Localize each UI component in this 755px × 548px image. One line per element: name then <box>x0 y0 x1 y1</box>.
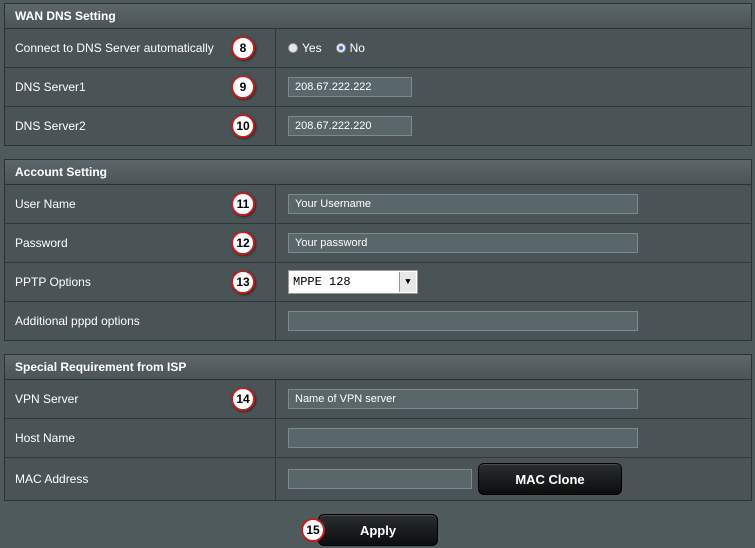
pppd-options-input[interactable] <box>288 311 638 331</box>
dns-auto-yes-label: Yes <box>302 41 322 55</box>
callout-badge-11: 11 <box>231 192 255 216</box>
dns-auto-value-cell: Yes No <box>276 29 751 67</box>
mac-address-value-cell: MAC Clone <box>276 458 751 500</box>
apply-button[interactable]: Apply <box>318 514 438 546</box>
dns-server2-label: DNS Server2 <box>15 119 86 133</box>
password-row: Password 12 <box>5 223 751 262</box>
dns-auto-radio-group: Yes No <box>288 41 365 55</box>
password-input[interactable] <box>288 233 638 253</box>
dns-auto-row: Connect to DNS Server automatically 8 Ye… <box>5 29 751 67</box>
vpn-server-label: VPN Server <box>15 392 79 406</box>
dns-server2-row: DNS Server2 10 <box>5 106 751 145</box>
wan-dns-section: WAN DNS Setting Connect to DNS Server au… <box>4 3 752 146</box>
password-label: Password <box>15 236 68 250</box>
pppd-options-label: Additional pppd options <box>15 314 140 328</box>
dns-auto-label: Connect to DNS Server automatically <box>15 41 214 55</box>
username-input[interactable] <box>288 194 638 214</box>
callout-badge-15: 15 <box>301 518 325 542</box>
dns-server2-input[interactable] <box>288 116 412 136</box>
username-row: User Name 11 <box>5 185 751 223</box>
dns-server1-input[interactable] <box>288 77 412 97</box>
account-section: Account Setting User Name 11 Password 12… <box>4 159 752 341</box>
callout-badge-8: 8 <box>231 36 255 60</box>
callout-badge-14: 14 <box>231 387 255 411</box>
mac-address-input[interactable] <box>288 469 472 489</box>
mac-address-row: MAC Address MAC Clone <box>5 457 751 500</box>
host-name-value-cell <box>276 419 751 457</box>
wan-dns-header: WAN DNS Setting <box>5 4 751 29</box>
host-name-input[interactable] <box>288 428 638 448</box>
isp-header: Special Requirement from ISP <box>5 355 751 380</box>
dns-server2-label-cell: DNS Server2 10 <box>5 107 276 145</box>
pptp-options-value-cell: MPPE 128 ▼ <box>276 263 751 301</box>
callout-badge-12: 12 <box>231 231 255 255</box>
dns-server2-value-cell <box>276 107 751 145</box>
password-value-cell <box>276 224 751 262</box>
dns-auto-no-option[interactable]: No <box>335 41 365 55</box>
dns-server1-row: DNS Server1 9 <box>5 67 751 106</box>
mac-address-label: MAC Address <box>15 472 89 486</box>
vpn-server-label-cell: VPN Server 14 <box>5 380 276 418</box>
username-label-cell: User Name 11 <box>5 185 276 223</box>
dns-auto-label-cell: Connect to DNS Server automatically 8 <box>5 29 276 67</box>
host-name-label-cell: Host Name <box>5 419 276 457</box>
vpn-server-input[interactable] <box>288 389 638 409</box>
dns-auto-yes-option[interactable]: Yes <box>288 41 322 55</box>
pppd-options-value-cell <box>276 302 751 340</box>
pptp-options-select[interactable]: MPPE 128 ▼ <box>288 270 418 294</box>
account-header: Account Setting <box>5 160 751 185</box>
vpn-server-row: VPN Server 14 <box>5 380 751 418</box>
username-label: User Name <box>15 197 76 211</box>
pppd-options-row: Additional pppd options <box>5 301 751 340</box>
isp-section: Special Requirement from ISP VPN Server … <box>4 354 752 501</box>
mac-clone-button[interactable]: MAC Clone <box>478 463 622 495</box>
pptp-options-row: PPTP Options 13 MPPE 128 ▼ <box>5 262 751 301</box>
dns-server1-value-cell <box>276 68 751 106</box>
dropdown-arrow-icon[interactable]: ▼ <box>399 272 416 292</box>
host-name-label: Host Name <box>15 431 76 445</box>
password-label-cell: Password 12 <box>5 224 276 262</box>
pptp-options-label-cell: PPTP Options 13 <box>5 263 276 301</box>
dns-server1-label: DNS Server1 <box>15 80 86 94</box>
pptp-options-selected: MPPE 128 <box>293 275 351 289</box>
callout-badge-10: 10 <box>231 114 255 138</box>
callout-badge-13: 13 <box>231 270 255 294</box>
vpn-server-value-cell <box>276 380 751 418</box>
host-name-row: Host Name <box>5 418 751 457</box>
username-value-cell <box>276 185 751 223</box>
pptp-options-label: PPTP Options <box>15 275 91 289</box>
mac-address-label-cell: MAC Address <box>5 458 276 500</box>
dns-auto-no-label: No <box>349 41 365 55</box>
dns-auto-no-radio[interactable] <box>335 43 346 53</box>
dns-auto-yes-radio[interactable] <box>288 43 298 53</box>
dns-server1-label-cell: DNS Server1 9 <box>5 68 276 106</box>
pppd-options-label-cell: Additional pppd options <box>5 302 276 340</box>
callout-badge-9: 9 <box>231 75 255 99</box>
